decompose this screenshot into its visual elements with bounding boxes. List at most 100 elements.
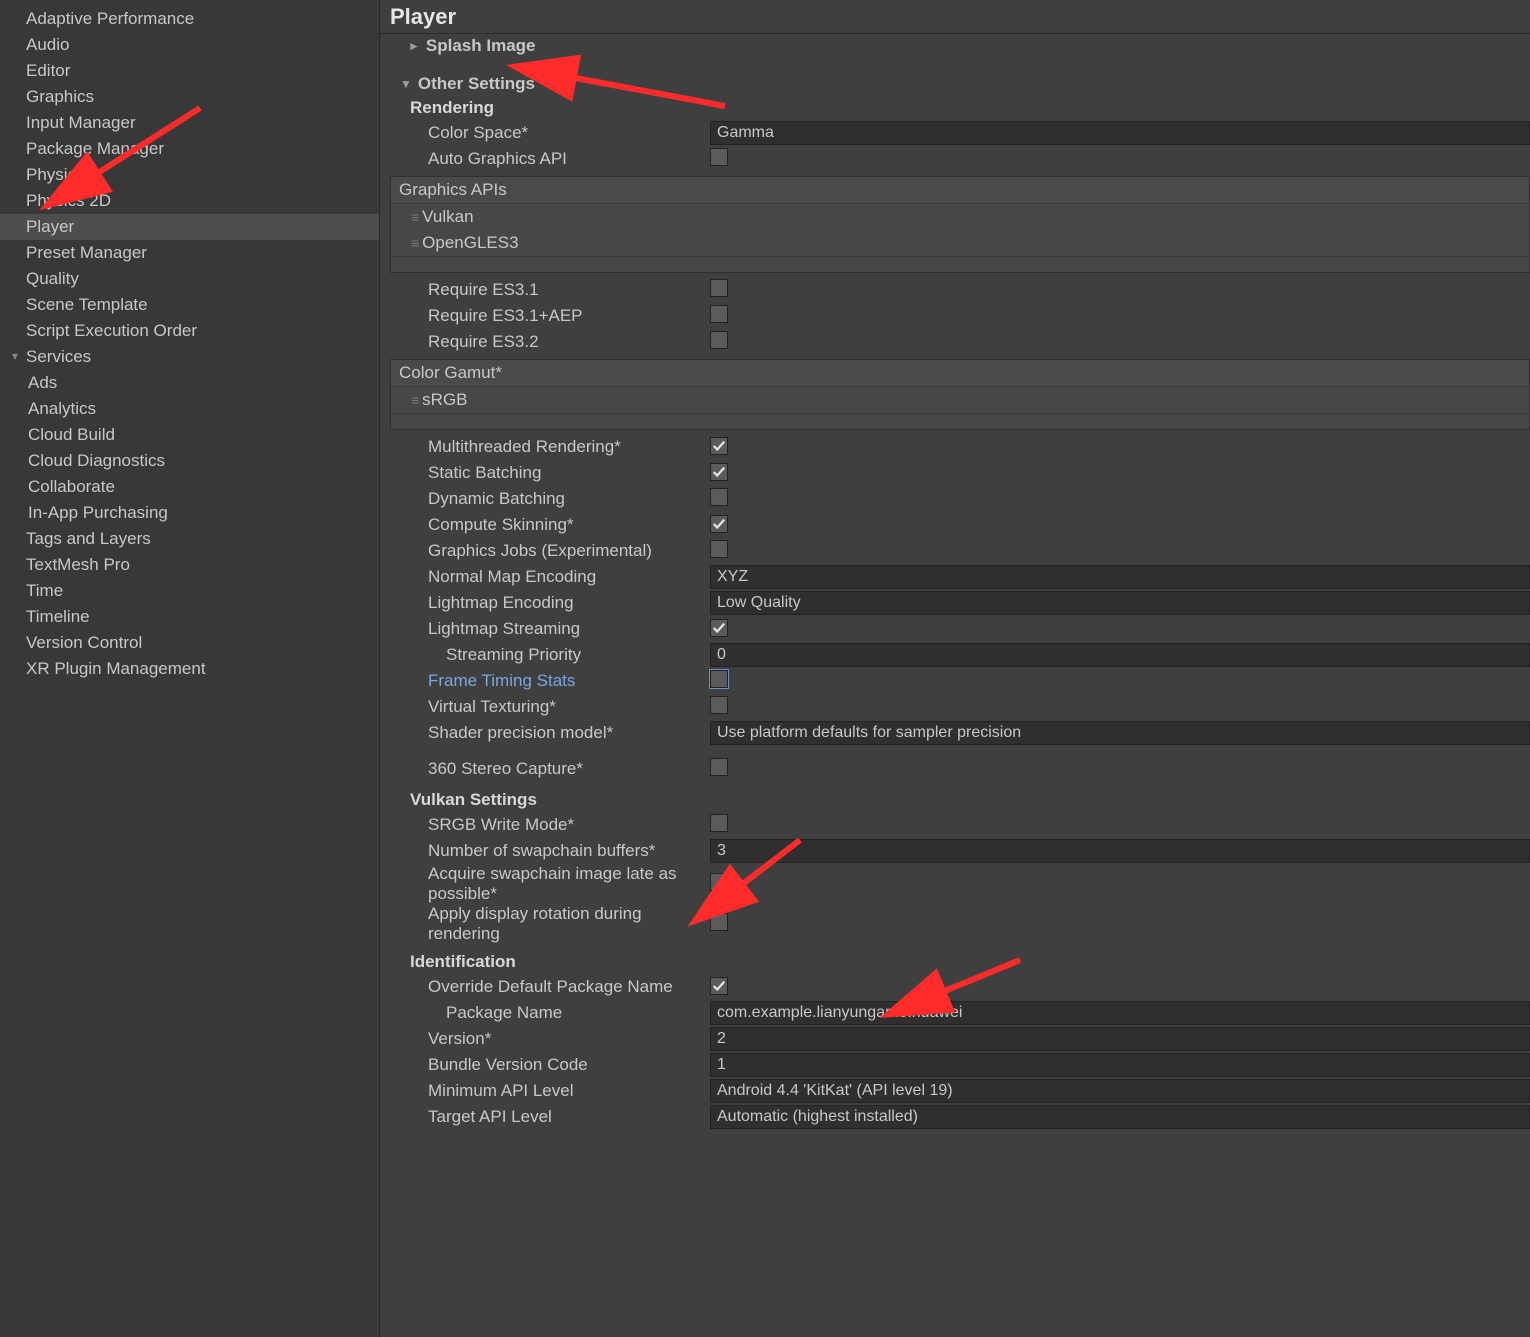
foldout-splash-image[interactable]: ► Splash Image [390, 34, 1530, 58]
checkbox-compute-skinning[interactable] [710, 515, 728, 533]
input-package-name[interactable]: com.example.lianyungame.huawei [710, 1001, 1530, 1025]
dropdown-min-api[interactable]: Android 4.4 'KitKat' (API level 19) [710, 1079, 1530, 1103]
dropdown-normal-map[interactable]: XYZ [710, 565, 1530, 589]
sidebar-item-collaborate[interactable]: Collaborate [0, 474, 379, 500]
drag-handle-icon[interactable]: ≡ [411, 235, 416, 251]
checkbox-require-es31aep[interactable] [710, 305, 728, 323]
sidebar-item-label: Cloud Build [28, 424, 115, 446]
label-require-es32: Require ES3.2 [410, 332, 710, 352]
sidebar-item-quality[interactable]: Quality [0, 266, 379, 292]
foldout-other-settings[interactable]: ▼ Other Settings [390, 72, 1530, 96]
checkbox-auto-graphics-api[interactable] [710, 148, 728, 166]
sidebar-item-label: Tags and Layers [26, 528, 151, 550]
sidebar-item-input-manager[interactable]: Input Manager [0, 110, 379, 136]
checkbox-acquire-late[interactable] [710, 873, 728, 891]
sidebar-item-scene-template[interactable]: Scene Template [0, 292, 379, 318]
checkbox-frame-timing-stats[interactable] [710, 670, 728, 688]
section-rendering: Rendering [390, 96, 1530, 120]
sidebar-item-player[interactable]: Player [0, 214, 379, 240]
label-version: Version* [410, 1029, 710, 1049]
sidebar-item-label: Preset Manager [26, 242, 147, 264]
checkbox-override-package[interactable] [710, 977, 728, 995]
sidebar-item-timeline[interactable]: Timeline [0, 604, 379, 630]
section-identification: Identification [390, 950, 1530, 974]
checkbox-360-stereo[interactable] [710, 758, 728, 776]
sidebar-item-label: Quality [26, 268, 79, 290]
input-version[interactable]: 2 [710, 1027, 1530, 1051]
list-graphics-apis: Graphics APIs ≡Vulkan ≡OpenGLES3 [390, 176, 1530, 273]
sidebar-item-analytics[interactable]: Analytics [0, 396, 379, 422]
label-target-api: Target API Level [410, 1107, 710, 1127]
sidebar-item-label: Scene Template [26, 294, 148, 316]
sidebar-item-services[interactable]: ▾Services [0, 344, 379, 370]
list-item[interactable]: ≡OpenGLES3 [391, 230, 1529, 256]
sidebar-item-label: Audio [26, 34, 69, 56]
sidebar-item-label: Physics [26, 164, 85, 186]
sidebar-item-label: Player [26, 216, 74, 238]
sidebar-item-editor[interactable]: Editor [0, 58, 379, 84]
checkbox-static-batching[interactable] [710, 463, 728, 481]
list-color-gamut: Color Gamut* ≡sRGB [390, 359, 1530, 430]
sidebar-item-graphics[interactable]: Graphics [0, 84, 379, 110]
sidebar-item-in-app-purchasing[interactable]: In-App Purchasing [0, 500, 379, 526]
chevron-down-icon: ▾ [12, 345, 24, 367]
input-bundle-code[interactable]: 1 [710, 1053, 1530, 1077]
dropdown-target-api[interactable]: Automatic (highest installed) [710, 1105, 1530, 1129]
sidebar-item-label: Timeline [26, 606, 90, 628]
section-vulkan: Vulkan Settings [390, 788, 1530, 812]
label-color-space: Color Space* [410, 123, 710, 143]
sidebar-item-physics-2d[interactable]: Physics 2D [0, 188, 379, 214]
checkbox-display-rotation[interactable] [710, 913, 728, 931]
sidebar-item-label: Analytics [28, 398, 96, 420]
sidebar-item-label: Time [26, 580, 63, 602]
checkbox-require-es31[interactable] [710, 279, 728, 297]
list-item[interactable]: ≡Vulkan [391, 204, 1529, 230]
label-require-es31aep: Require ES3.1+AEP [410, 306, 710, 326]
sidebar-item-ads[interactable]: Ads [0, 370, 379, 396]
list-header: Color Gamut* [391, 360, 1529, 387]
checkbox-dynamic-batching[interactable] [710, 488, 728, 506]
sidebar-item-tags-and-layers[interactable]: Tags and Layers [0, 526, 379, 552]
checkbox-multithreaded[interactable] [710, 437, 728, 455]
label-360-stereo: 360 Stereo Capture* [410, 759, 710, 779]
label-srgb-write: SRGB Write Mode* [410, 815, 710, 835]
sidebar-item-cloud-build[interactable]: Cloud Build [0, 422, 379, 448]
dropdown-color-space[interactable]: Gamma [710, 121, 1530, 145]
sidebar-item-script-execution-order[interactable]: Script Execution Order [0, 318, 379, 344]
input-swapchain-buffers[interactable]: 3 [710, 839, 1530, 863]
sidebar-item-xr-plugin-management[interactable]: XR Plugin Management [0, 656, 379, 682]
checkbox-graphics-jobs[interactable] [710, 540, 728, 558]
checkbox-lightmap-streaming[interactable] [710, 619, 728, 637]
sidebar-item-label: Editor [26, 60, 70, 82]
sidebar-item-preset-manager[interactable]: Preset Manager [0, 240, 379, 266]
input-streaming-priority[interactable]: 0 [710, 643, 1530, 667]
label-dynamic-batching: Dynamic Batching [410, 489, 710, 509]
checkbox-virtual-texturing[interactable] [710, 696, 728, 714]
label-frame-timing-stats[interactable]: Frame Timing Stats [410, 671, 710, 691]
label-min-api: Minimum API Level [410, 1081, 710, 1101]
sidebar-item-label: Package Manager [26, 138, 164, 160]
checkbox-srgb-write[interactable] [710, 814, 728, 832]
dropdown-lightmap-encoding[interactable]: Low Quality [710, 591, 1530, 615]
label-virtual-texturing: Virtual Texturing* [410, 697, 710, 717]
label-package-name: Package Name [410, 1003, 710, 1023]
sidebar-item-label: Cloud Diagnostics [28, 450, 165, 472]
sidebar-item-version-control[interactable]: Version Control [0, 630, 379, 656]
sidebar-item-package-manager[interactable]: Package Manager [0, 136, 379, 162]
sidebar-item-cloud-diagnostics[interactable]: Cloud Diagnostics [0, 448, 379, 474]
list-item[interactable]: ≡sRGB [391, 387, 1529, 413]
sidebar-item-label: Physics 2D [26, 190, 111, 212]
sidebar-item-adaptive-performance[interactable]: Adaptive Performance [0, 6, 379, 32]
sidebar-item-textmesh-pro[interactable]: TextMesh Pro [0, 552, 379, 578]
dropdown-shader-precision[interactable]: Use platform defaults for sampler precis… [710, 721, 1530, 745]
drag-handle-icon[interactable]: ≡ [411, 209, 416, 225]
sidebar-item-label: Adaptive Performance [26, 8, 194, 30]
label-swapchain-buffers: Number of swapchain buffers* [410, 841, 710, 861]
settings-sidebar: Adaptive Performance Audio Editor Graphi… [0, 0, 380, 1337]
sidebar-item-physics[interactable]: Physics [0, 162, 379, 188]
sidebar-item-audio[interactable]: Audio [0, 32, 379, 58]
label-acquire-late: Acquire swapchain image late as possible… [410, 864, 710, 904]
sidebar-item-time[interactable]: Time [0, 578, 379, 604]
drag-handle-icon[interactable]: ≡ [411, 392, 416, 408]
checkbox-require-es32[interactable] [710, 331, 728, 349]
